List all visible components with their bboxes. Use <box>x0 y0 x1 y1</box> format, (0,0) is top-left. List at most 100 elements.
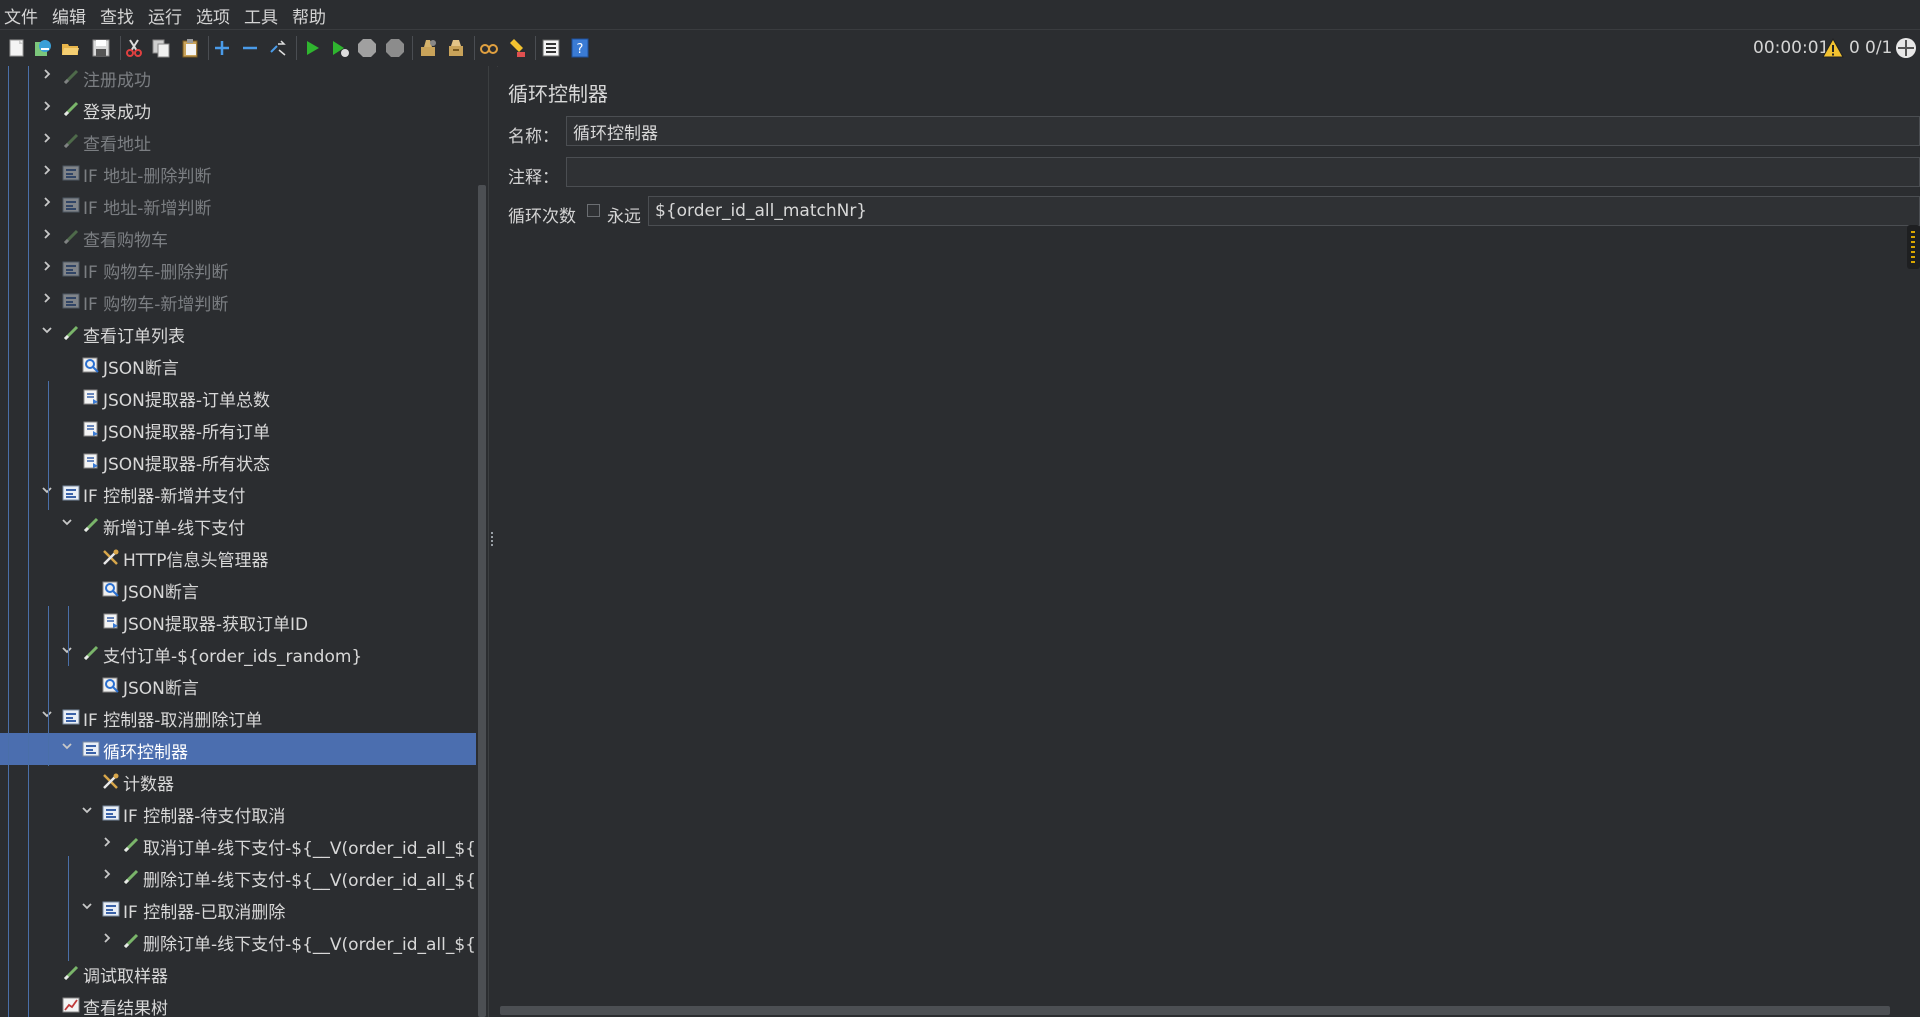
tree-node[interactable]: 循环控制器 <box>0 733 476 765</box>
tree-scrollbar-thumb[interactable] <box>478 185 486 1017</box>
tree-node-label: HTTP信息头管理器 <box>123 551 269 571</box>
chevron-right-icon[interactable] <box>101 836 113 848</box>
controller-icon <box>62 293 80 309</box>
tree-node[interactable]: 删除订单-线下支付-${__V(order_id_all_${n})} <box>0 925 476 957</box>
right-edge-handle-grip <box>1911 231 1915 263</box>
start-icon[interactable] <box>302 38 322 58</box>
chevron-down-icon[interactable] <box>41 484 53 496</box>
tree-node[interactable]: HTTP信息头管理器 <box>0 541 476 573</box>
tree-node[interactable]: JSON提取器-订单总数 <box>0 381 476 413</box>
tree-node[interactable]: 登录成功 <box>0 93 476 125</box>
tree-node[interactable]: JSON断言 <box>0 573 476 605</box>
split-divider-grip[interactable] <box>491 532 493 548</box>
chevron-right-icon[interactable] <box>101 868 113 880</box>
chevron-down-icon[interactable] <box>61 740 73 752</box>
chevron-down-icon[interactable] <box>41 708 53 720</box>
clear-icon[interactable] <box>418 38 438 58</box>
controller-icon <box>102 805 120 821</box>
loop-count-field[interactable] <box>648 196 1920 226</box>
tree-node-label: 支付订单-${order_ids_random} <box>103 647 363 667</box>
chevron-right-icon[interactable] <box>41 292 53 304</box>
tree-node[interactable]: 查看地址 <box>0 125 476 157</box>
stop-icon[interactable] <box>357 38 377 58</box>
function-helper-icon[interactable] <box>541 38 561 58</box>
new-icon[interactable] <box>7 38 27 58</box>
controller-icon <box>62 709 80 725</box>
tree-node[interactable]: JSON提取器-所有订单 <box>0 413 476 445</box>
shutdown-icon[interactable] <box>385 38 405 58</box>
tree-node[interactable]: 查看购物车 <box>0 221 476 253</box>
config-icon <box>102 549 120 565</box>
chevron-down-icon[interactable] <box>61 644 73 656</box>
chevron-down-icon[interactable] <box>41 324 53 336</box>
paste-icon[interactable] <box>180 38 200 58</box>
open-icon[interactable] <box>60 38 80 58</box>
tree-node[interactable]: 删除订单-线下支付-${__V(order_id_all_${n})} <box>0 861 476 893</box>
tree-node[interactable]: JSON提取器-获取订单ID <box>0 605 476 637</box>
clear-all-icon[interactable] <box>446 38 466 58</box>
cut-icon[interactable] <box>124 38 144 58</box>
chevron-right-icon[interactable] <box>41 260 53 272</box>
forever-label: 永远 <box>607 207 641 227</box>
reset-search-icon[interactable] <box>507 38 527 58</box>
tree-node-label: 删除订单-线下支付-${__V(order_id_all_${n})} <box>143 871 476 891</box>
menu-file[interactable]: 文件 <box>4 3 38 28</box>
tree-node[interactable]: JSON提取器-所有状态 <box>0 445 476 477</box>
chevron-right-icon[interactable] <box>41 196 53 208</box>
menu-run[interactable]: 运行 <box>148 3 182 28</box>
tree-node[interactable]: 查看结果树 <box>0 989 476 1017</box>
listener-icon <box>62 997 80 1013</box>
tree-node[interactable]: 注册成功 <box>0 66 476 93</box>
copy-icon[interactable] <box>151 38 171 58</box>
menu-search[interactable]: 查找 <box>100 3 134 28</box>
menu-edit[interactable]: 编辑 <box>52 3 86 28</box>
tree-node[interactable]: IF 购物车-删除判断 <box>0 253 476 285</box>
test-plan-tree[interactable]: 注册成功 登录成功 查看地址 IF 地址-删除判断 IF 地址-新增判断 查看购物车 IF … <box>0 66 476 1017</box>
help-icon[interactable]: ? <box>570 38 590 58</box>
expand-icon[interactable] <box>212 38 232 58</box>
templates-icon[interactable] <box>33 38 53 58</box>
remote-status-icon[interactable] <box>1894 36 1918 60</box>
tree-node[interactable]: IF 地址-删除判断 <box>0 157 476 189</box>
tree-node[interactable]: 新增订单-线下支付 <box>0 509 476 541</box>
menu-bar: 文件 编辑 查找 运行 选项 工具 帮助 <box>0 0 1920 28</box>
tree-node[interactable]: IF 控制器-待支付取消 <box>0 797 476 829</box>
comment-field[interactable] <box>566 157 1920 187</box>
tree-node[interactable]: IF 控制器-取消删除订单 <box>0 701 476 733</box>
chevron-down-icon[interactable] <box>81 804 93 816</box>
chevron-right-icon[interactable] <box>41 132 53 144</box>
tree-node[interactable]: IF 控制器-已取消删除 <box>0 893 476 925</box>
start-no-pauses-icon[interactable] <box>330 38 350 58</box>
chevron-right-icon[interactable] <box>41 164 53 176</box>
name-field[interactable] <box>566 116 1920 146</box>
tree-node[interactable]: IF 购物车-新增判断 <box>0 285 476 317</box>
chevron-right-icon[interactable] <box>41 100 53 112</box>
controller-icon <box>62 261 80 277</box>
tree-node-label: JSON断言 <box>123 679 199 699</box>
warning-icon[interactable] <box>1822 37 1844 58</box>
chevron-right-icon[interactable] <box>41 68 53 80</box>
collapse-icon[interactable] <box>240 38 260 58</box>
tree-node[interactable]: 取消订单-线下支付-${__V(order_id_all_${n})} <box>0 829 476 861</box>
editor-hscrollbar-thumb[interactable] <box>500 1006 1890 1015</box>
chevron-down-icon[interactable] <box>81 900 93 912</box>
tree-node-label: 查看地址 <box>83 135 151 155</box>
tree-node[interactable]: IF 控制器-新增并支付 <box>0 477 476 509</box>
tree-node[interactable]: JSON断言 <box>0 669 476 701</box>
menu-tools[interactable]: 工具 <box>244 3 278 28</box>
tree-node[interactable]: 计数器 <box>0 765 476 797</box>
tree-node[interactable]: 查看订单列表 <box>0 317 476 349</box>
chevron-down-icon[interactable] <box>61 516 73 528</box>
menu-options[interactable]: 选项 <box>196 3 230 28</box>
chevron-right-icon[interactable] <box>41 228 53 240</box>
save-icon[interactable] <box>91 38 111 58</box>
tree-node[interactable]: 支付订单-${order_ids_random} <box>0 637 476 669</box>
tree-node[interactable]: JSON断言 <box>0 349 476 381</box>
tree-node[interactable]: IF 地址-新增判断 <box>0 189 476 221</box>
toggle-icon[interactable] <box>268 38 288 58</box>
search-icon[interactable] <box>479 38 499 58</box>
tree-node[interactable]: 调试取样器 <box>0 957 476 989</box>
forever-checkbox[interactable] <box>587 204 600 217</box>
menu-help[interactable]: 帮助 <box>292 3 326 28</box>
chevron-right-icon[interactable] <box>101 932 113 944</box>
